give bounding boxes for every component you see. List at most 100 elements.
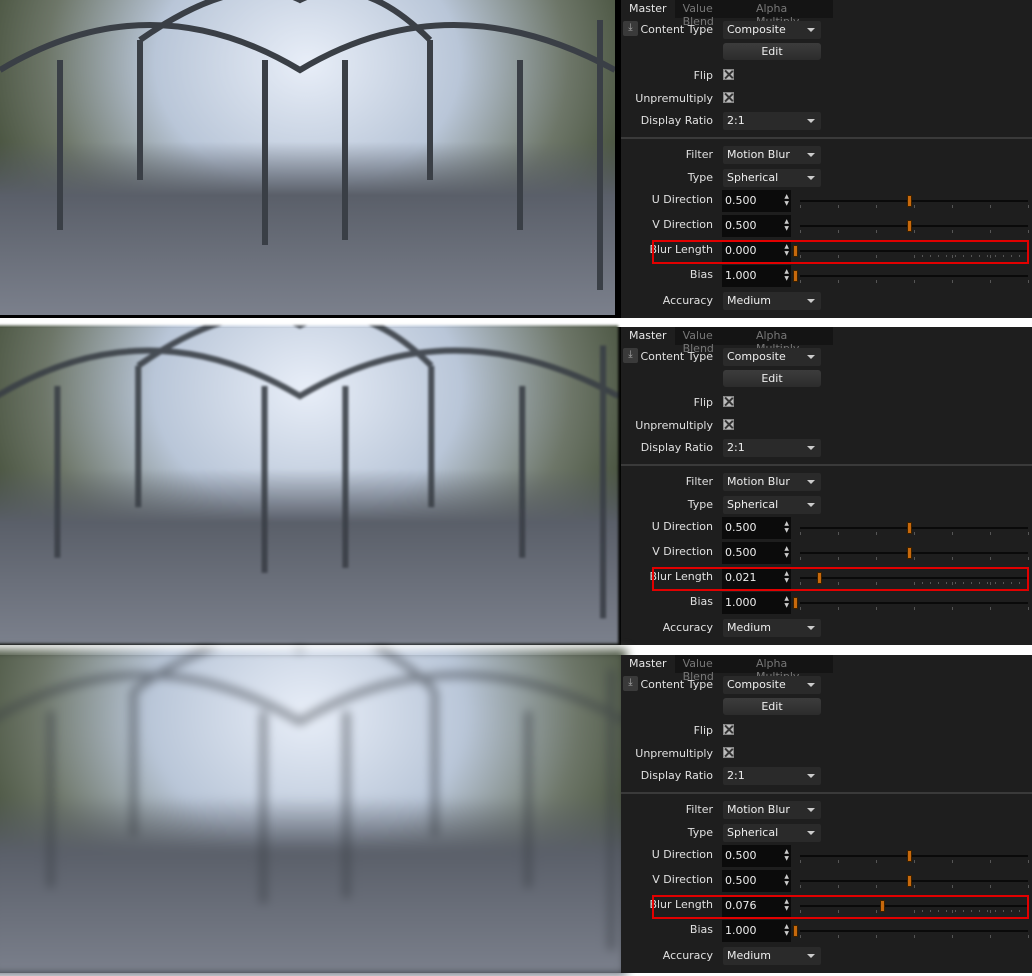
caret-down-icon: [807, 299, 815, 303]
v_direction-slider[interactable]: [793, 215, 1029, 237]
spinner-arrows-icon[interactable]: ▲ ▼: [784, 545, 789, 559]
slider-handle[interactable]: [907, 195, 912, 207]
tab-value-blend[interactable]: Value Blend: [675, 655, 748, 683]
slider-handle[interactable]: [907, 850, 912, 862]
row-flip: Flip: [621, 721, 1032, 741]
spinner-arrows-icon[interactable]: ▲ ▼: [784, 520, 789, 534]
caret-down-icon: [807, 503, 815, 507]
tab-master[interactable]: Master: [621, 655, 675, 673]
slider-handle[interactable]: [793, 925, 798, 937]
filter-dropdown[interactable]: Motion Blur: [723, 473, 821, 491]
slider-tick: [952, 885, 953, 888]
tab-value-blend[interactable]: Value Blend: [675, 327, 748, 355]
row-filter: Filter Motion Blur: [621, 800, 1032, 820]
bias-slider[interactable]: [793, 265, 1029, 287]
v_direction-input[interactable]: 0.500 ▲ ▼: [722, 542, 791, 564]
bias-slider[interactable]: [793, 592, 1029, 614]
filter-dropdown[interactable]: Motion Blur: [723, 801, 821, 819]
display_ratio-dropdown[interactable]: 2:1: [723, 439, 821, 457]
type-dropdown[interactable]: Spherical: [723, 169, 821, 187]
tab-bar: MasterValue BlendAlpha Multiply: [621, 327, 833, 355]
u_direction-slider[interactable]: [793, 845, 1029, 867]
u_direction-slider[interactable]: [793, 190, 1029, 212]
caret-down-icon: [807, 831, 815, 835]
display_ratio-dropdown[interactable]: 2:1: [723, 767, 821, 785]
slider-tick: [838, 205, 839, 208]
slider-tick: [800, 557, 801, 560]
tab-value-blend[interactable]: Value Blend: [675, 0, 748, 28]
type-label: Type: [687, 826, 713, 839]
slider-tick: [800, 885, 801, 888]
v_direction-slider[interactable]: [793, 870, 1029, 892]
unpremultiply-label: Unpremultiply: [635, 747, 713, 760]
v_direction-input[interactable]: 0.500 ▲ ▼: [722, 215, 791, 237]
slider-handle[interactable]: [907, 875, 912, 887]
row-filter: Filter Motion Blur: [621, 145, 1032, 165]
slider-tick: [990, 860, 991, 863]
bias-input[interactable]: 1.000 ▲ ▼: [722, 592, 791, 614]
display_ratio-value: 2:1: [727, 769, 745, 782]
spinner-arrows-icon[interactable]: ▲ ▼: [784, 595, 789, 609]
slider-tick: [1028, 230, 1029, 233]
row-content_type: Content Type Composite: [621, 675, 1032, 695]
slider-tick: [952, 230, 953, 233]
accuracy-dropdown[interactable]: Medium: [723, 292, 821, 310]
u_direction-label: U Direction: [651, 848, 713, 861]
unpremultiply-checkbox[interactable]: [723, 92, 734, 103]
comparison-panel: MasterValue BlendAlpha Multiply ⤓ Conten…: [0, 325, 1032, 645]
comparison-panel: MasterValue BlendAlpha Multiply ⤓ Conten…: [0, 649, 1032, 976]
type-dropdown[interactable]: Spherical: [723, 496, 821, 514]
spinner-arrows-icon[interactable]: ▲ ▼: [784, 218, 789, 232]
u_direction-input[interactable]: 0.500 ▲ ▼: [722, 190, 791, 212]
edit-button[interactable]: Edit: [723, 43, 821, 60]
slider-handle[interactable]: [907, 522, 912, 534]
v_direction-slider[interactable]: [793, 542, 1029, 564]
slider-handle[interactable]: [793, 597, 798, 609]
slider-handle[interactable]: [907, 220, 912, 232]
bias-input[interactable]: 1.000 ▲ ▼: [722, 920, 791, 942]
slider-handle[interactable]: [907, 547, 912, 559]
v_direction-input[interactable]: 0.500 ▲ ▼: [722, 870, 791, 892]
tab-alpha-multiply[interactable]: Alpha Multiply: [748, 655, 833, 683]
bias-slider[interactable]: [793, 920, 1029, 942]
corridor-frame: [0, 0, 615, 290]
tab-alpha-multiply[interactable]: Alpha Multiply: [748, 0, 833, 28]
flip-checkbox[interactable]: [723, 724, 734, 735]
filter-dropdown[interactable]: Motion Blur: [723, 146, 821, 164]
row-display_ratio: Display Ratio 2:1: [621, 111, 1032, 131]
u_direction-input[interactable]: 0.500 ▲ ▼: [722, 517, 791, 539]
spinner-arrows-icon[interactable]: ▲ ▼: [784, 923, 789, 937]
edit-button[interactable]: Edit: [723, 370, 821, 387]
content_type-dropdown[interactable]: Composite: [723, 676, 821, 694]
row-flip: Flip: [621, 66, 1032, 86]
spinner-arrows-icon[interactable]: ▲ ▼: [784, 193, 789, 207]
tab-alpha-multiply[interactable]: Alpha Multiply: [748, 327, 833, 355]
flip-checkbox[interactable]: [723, 396, 734, 407]
slider-handle[interactable]: [793, 270, 798, 282]
content_type-dropdown[interactable]: Composite: [723, 21, 821, 39]
tab-master[interactable]: Master: [621, 0, 675, 18]
comparison-panel: MasterValue BlendAlpha Multiply ⤓ Conten…: [0, 0, 1032, 318]
spinner-arrows-icon[interactable]: ▲ ▼: [784, 268, 789, 282]
type-dropdown[interactable]: Spherical: [723, 824, 821, 842]
u_direction-slider[interactable]: [793, 517, 1029, 539]
bias-input[interactable]: 1.000 ▲ ▼: [722, 265, 791, 287]
content_type-dropdown[interactable]: Composite: [723, 348, 821, 366]
slider-tick: [876, 607, 877, 610]
tab-master[interactable]: Master: [621, 327, 675, 345]
unpremultiply-checkbox[interactable]: [723, 419, 734, 430]
u_direction-input[interactable]: 0.500 ▲ ▼: [722, 845, 791, 867]
row-u_direction: U Direction 0.500 ▲ ▼: [621, 517, 1032, 539]
spinner-arrows-icon[interactable]: ▲ ▼: [784, 873, 789, 887]
accuracy-dropdown[interactable]: Medium: [723, 947, 821, 965]
slider-tick: [876, 935, 877, 938]
accuracy-dropdown[interactable]: Medium: [723, 619, 821, 637]
slider-tick: [1028, 557, 1029, 560]
edit-button[interactable]: Edit: [723, 698, 821, 715]
display_ratio-dropdown[interactable]: 2:1: [723, 112, 821, 130]
row-accuracy: Accuracy Medium: [621, 618, 1032, 638]
spinner-arrows-icon[interactable]: ▲ ▼: [784, 848, 789, 862]
unpremultiply-checkbox[interactable]: [723, 747, 734, 758]
flip-checkbox[interactable]: [723, 69, 734, 80]
slider-tick: [1028, 860, 1029, 863]
